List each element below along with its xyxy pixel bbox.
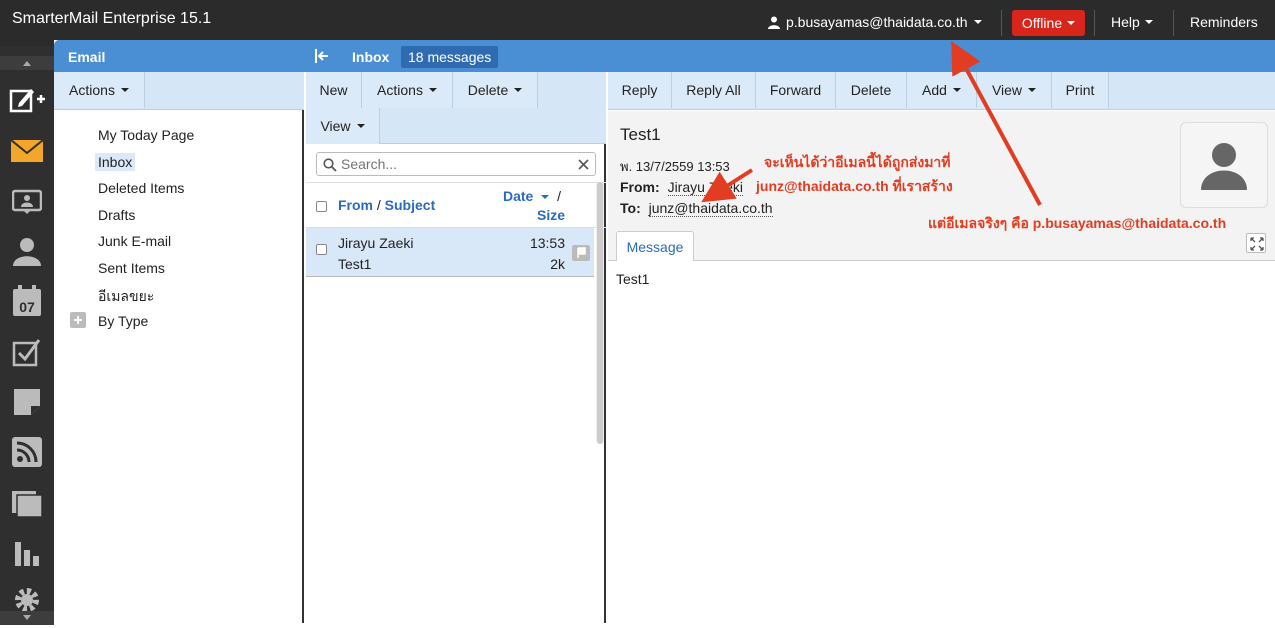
annotation-arrows — [701, 40, 1042, 206]
arrow-to-user — [951, 40, 1042, 206]
arrow-to-junz — [701, 168, 754, 203]
